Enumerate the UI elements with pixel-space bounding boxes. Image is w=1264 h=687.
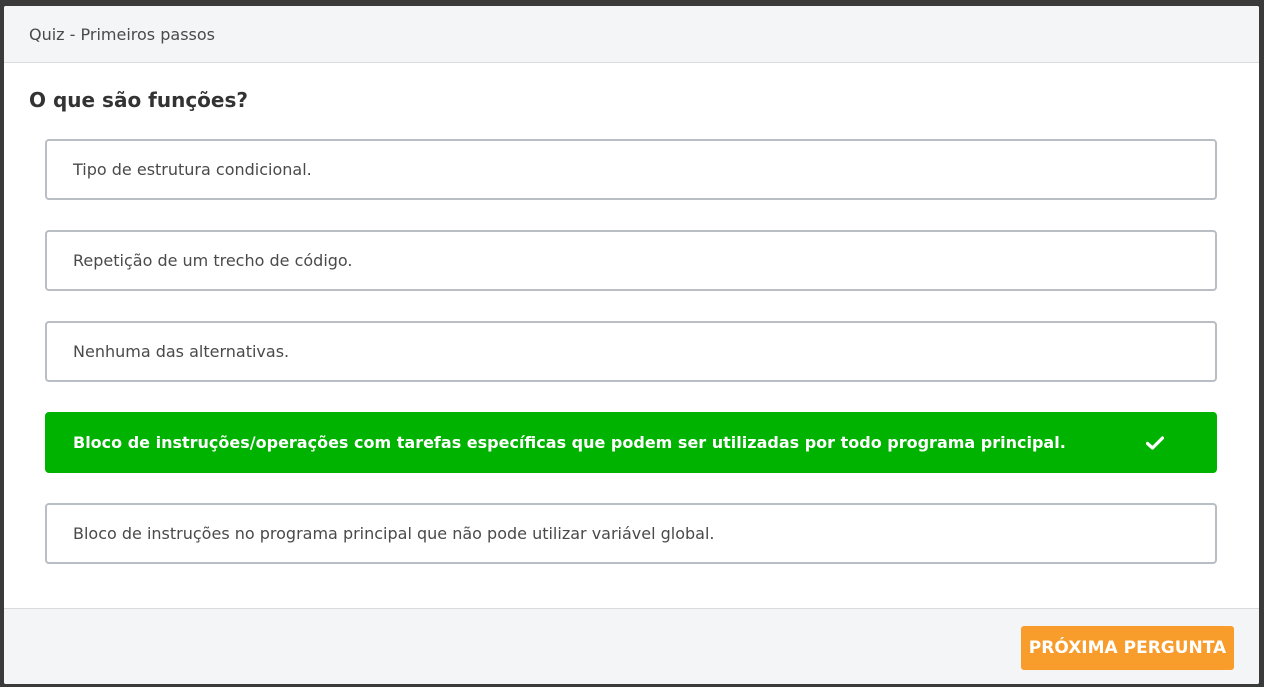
quiz-footer: PRÓXIMA PERGUNTA xyxy=(4,608,1259,684)
answer-option-2[interactable]: Repetição de um trecho de código. xyxy=(45,230,1217,291)
answer-options: Tipo de estrutura condicional. Repetição… xyxy=(45,139,1217,594)
answer-option-text: Bloco de instruções/operações com tarefa… xyxy=(73,433,1066,452)
answer-option-text: Repetição de um trecho de código. xyxy=(73,251,353,270)
quiz-title: Quiz - Primeiros passos xyxy=(29,24,215,44)
answer-option-3[interactable]: Nenhuma das alternativas. xyxy=(45,321,1217,382)
answer-option-text: Bloco de instruções no programa principa… xyxy=(73,524,715,543)
answer-option-text: Tipo de estrutura condicional. xyxy=(73,160,312,179)
answer-option-1[interactable]: Tipo de estrutura condicional. xyxy=(45,139,1217,200)
answer-option-4-selected[interactable]: Bloco de instruções/operações com tarefa… xyxy=(45,412,1217,473)
question-title: O que são funções? xyxy=(29,88,248,112)
quiz-window: Quiz - Primeiros passos O que são funçõe… xyxy=(4,6,1259,684)
answer-option-5[interactable]: Bloco de instruções no programa principa… xyxy=(45,503,1217,564)
answer-option-text: Nenhuma das alternativas. xyxy=(73,342,290,361)
quiz-header: Quiz - Primeiros passos xyxy=(4,6,1259,63)
next-question-button[interactable]: PRÓXIMA PERGUNTA xyxy=(1021,626,1234,670)
check-icon xyxy=(1145,433,1165,453)
